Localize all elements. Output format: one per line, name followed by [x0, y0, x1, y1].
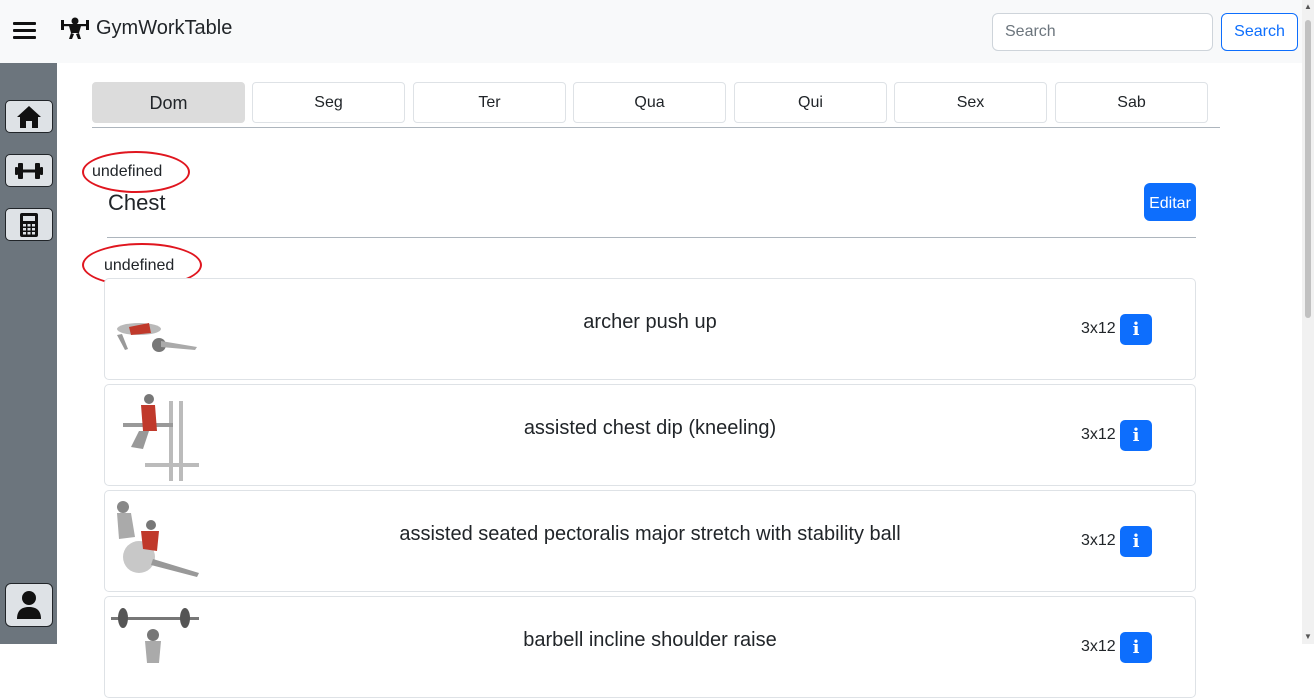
info-icon[interactable]: i [1120, 526, 1152, 557]
top-navbar: GymWorkTable Search [0, 0, 1314, 63]
exercise-name: barbell incline shoulder raise [523, 629, 777, 651]
scrollbar-thumb[interactable] [1305, 20, 1311, 318]
section-label: undefined [104, 257, 175, 274]
divider [107, 237, 1196, 238]
tab-ter[interactable]: Ter [413, 82, 566, 123]
sidebar [0, 63, 57, 644]
tab-seg[interactable]: Seg [252, 82, 405, 123]
info-icon[interactable]: i [1120, 314, 1152, 345]
search-button[interactable]: Search [1221, 13, 1298, 51]
exercise-sets: 3x12 [1081, 532, 1116, 549]
sidebar-home-button[interactable] [5, 100, 53, 133]
exercise-name: archer push up [583, 311, 717, 333]
search-input[interactable] [992, 13, 1213, 51]
info-icon[interactable]: i [1120, 420, 1152, 451]
exercise-thumbnail [109, 603, 201, 693]
exercise-thumbnail [109, 285, 201, 375]
tab-sab[interactable]: Sab [1055, 82, 1208, 123]
brand-logo-icon [61, 17, 89, 39]
page-scrollbar[interactable]: ▲ ▼ [1302, 0, 1314, 644]
exercise-sets: 3x12 [1081, 320, 1116, 337]
exercise-name: assisted seated pectoralis major stretch… [399, 523, 901, 545]
exercise-name: assisted chest dip (kneeling) [523, 417, 777, 439]
sidebar-calculator-button[interactable] [5, 208, 53, 241]
menu-icon[interactable] [13, 21, 36, 41]
brand-name: GymWorkTable [96, 16, 233, 39]
sidebar-workouts-button[interactable] [5, 154, 53, 187]
tab-qua[interactable]: Qua [573, 82, 726, 123]
sidebar-profile-button[interactable] [5, 583, 53, 627]
exercise-sets: 3x12 [1081, 426, 1116, 443]
calculator-icon [20, 212, 38, 237]
day-label: undefined [92, 163, 163, 180]
exercise-card[interactable]: archer push up 3x12 i [104, 278, 1196, 380]
exercise-card[interactable]: assisted seated pectoralis major stretch… [104, 490, 1196, 592]
exercise-card[interactable]: barbell incline shoulder raise 3x12 i [104, 596, 1196, 698]
day-tabs: Dom Seg Ter Qua Qui Sex Sab [92, 82, 1220, 128]
exercise-thumbnail [109, 497, 201, 587]
brand[interactable]: GymWorkTable [60, 16, 232, 40]
exercise-thumbnail [109, 391, 201, 481]
group-title: Chest [108, 190, 166, 215]
dumbbell-icon [15, 162, 43, 179]
tab-qui[interactable]: Qui [734, 82, 887, 123]
tab-sex[interactable]: Sex [894, 82, 1047, 123]
scroll-up-icon[interactable]: ▲ [1304, 3, 1312, 11]
exercise-card[interactable]: assisted chest dip (kneeling) 3x12 i [104, 384, 1196, 486]
home-icon [17, 105, 41, 128]
exercise-sets: 3x12 [1081, 638, 1116, 655]
tab-dom[interactable]: Dom [92, 82, 245, 123]
scroll-down-icon[interactable]: ▼ [1304, 633, 1312, 641]
user-icon [17, 591, 41, 619]
edit-button[interactable]: Editar [1144, 183, 1196, 221]
info-icon[interactable]: i [1120, 632, 1152, 663]
